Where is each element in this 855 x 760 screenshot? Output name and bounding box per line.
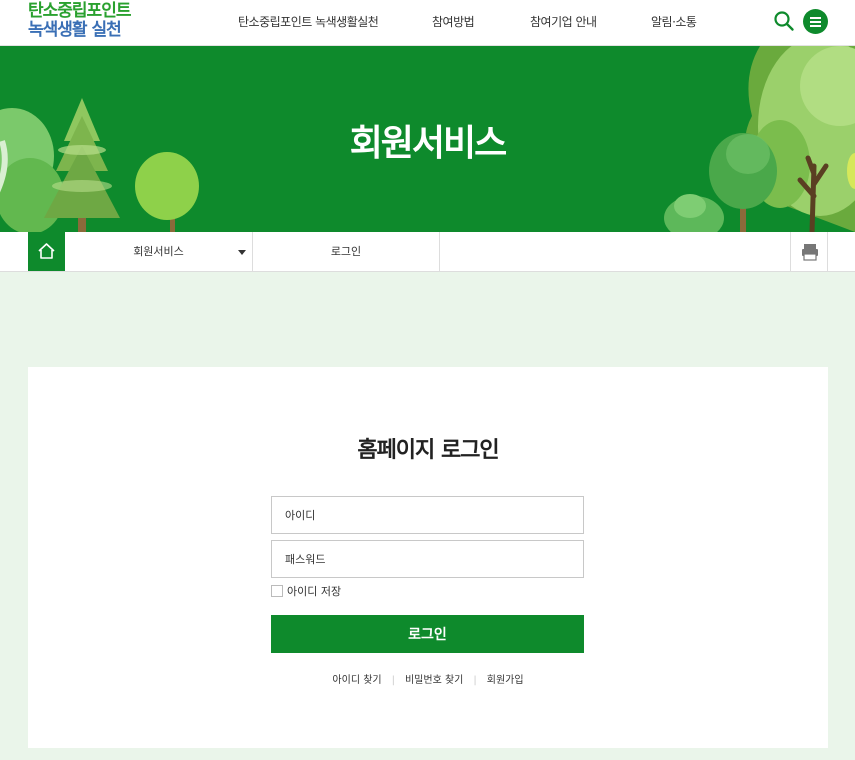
breadcrumb-depth2-label: 로그인 bbox=[330, 245, 362, 258]
caret-down-icon bbox=[238, 250, 246, 255]
breadcrumb-depth1-dropdown[interactable]: 회원서비스 bbox=[65, 232, 253, 271]
breadcrumb-depth2[interactable]: 로그인 bbox=[253, 232, 440, 271]
id-input[interactable] bbox=[271, 496, 584, 534]
logo-line2: 녹색생활 실천 bbox=[28, 20, 122, 40]
hero-banner: 회원서비스 bbox=[0, 46, 855, 232]
printer-icon[interactable] bbox=[790, 232, 828, 271]
nav-item-partner-companies[interactable]: 참여기업 안내 bbox=[530, 13, 597, 30]
find-password-link[interactable]: 비밀번호 찾기 bbox=[395, 675, 473, 686]
login-card: 홈페이지 로그인 아이디 저장 로그인 아이디 찾기|비밀번호 찾기|회원가입 bbox=[28, 367, 828, 748]
search-icon[interactable] bbox=[773, 10, 795, 32]
login-title: 홈페이지 로그인 bbox=[357, 438, 499, 463]
page-title: 회원서비스 bbox=[349, 123, 508, 164]
hamburger-menu-icon[interactable] bbox=[803, 9, 828, 34]
find-id-link[interactable]: 아이디 찾기 bbox=[322, 675, 391, 686]
save-id-option[interactable]: 아이디 저장 bbox=[271, 583, 341, 599]
logo-line1: 탄소중립포인트 bbox=[28, 1, 131, 21]
password-input[interactable] bbox=[271, 540, 584, 578]
breadcrumb: 회원서비스 로그인 bbox=[0, 232, 855, 272]
login-button[interactable]: 로그인 bbox=[271, 615, 584, 653]
save-id-checkbox[interactable] bbox=[271, 585, 283, 597]
site-header: 탄소중립포인트 녹색생활 실천 탄소중립포인트 녹색생활실천 참여방법 참여기업… bbox=[0, 0, 855, 46]
signup-link[interactable]: 회원가입 bbox=[477, 675, 534, 686]
nav-item-carbon-neutral[interactable]: 탄소중립포인트 녹색생활실천 bbox=[238, 13, 379, 30]
breadcrumb-depth1-label: 회원서비스 bbox=[133, 245, 184, 258]
nav-item-notice[interactable]: 알림·소통 bbox=[651, 13, 697, 30]
save-id-label: 아이디 저장 bbox=[287, 585, 342, 598]
nav-item-how-to-join[interactable]: 참여방법 bbox=[432, 13, 475, 30]
site-logo[interactable]: 탄소중립포인트 녹색생활 실천 bbox=[28, 1, 131, 40]
account-links: 아이디 찾기 | 비밀번호 찾기 | 회원가입 bbox=[28, 671, 828, 686]
home-icon[interactable] bbox=[28, 232, 65, 271]
